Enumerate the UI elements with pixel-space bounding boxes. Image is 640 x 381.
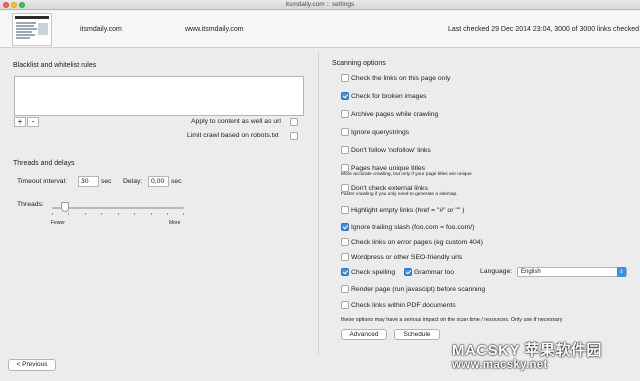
threads-label: Threads: — [17, 201, 44, 208]
option-checkbox[interactable] — [341, 164, 349, 172]
render-label: Render page (run javascipt) before scann… — [351, 286, 486, 293]
language-label: Language: — [480, 268, 513, 275]
timeout-unit: sec — [101, 178, 112, 185]
schedule-button[interactable]: Schedule — [394, 329, 440, 340]
pdf-label: Check links within PDF documents — [351, 302, 456, 309]
more-label: More — [169, 220, 181, 226]
option-checkbox[interactable] — [341, 184, 349, 192]
timeout-input[interactable]: 30 — [78, 176, 99, 187]
threads-slider-track[interactable] — [52, 207, 184, 209]
scanning-options-panel: Scanning options Check the links on this… — [318, 52, 634, 354]
option-checkbox[interactable] — [341, 92, 349, 100]
performance-warning: these options may have a serious impact … — [341, 317, 563, 323]
scanning-options-title: Scanning options — [332, 60, 386, 67]
timeout-label: Timeout interval: — [17, 178, 67, 185]
robots-checkbox[interactable] — [290, 132, 298, 140]
watermark-line-2: www.macsky.net — [452, 359, 548, 371]
remove-rule-button[interactable]: - — [27, 117, 39, 127]
threads-slider-knob[interactable] — [61, 202, 70, 212]
rules-list[interactable] — [14, 76, 304, 116]
window-title: itsmdaily.com :: settings — [285, 1, 355, 8]
minimize-window-button[interactable] — [11, 2, 17, 8]
add-rule-button[interactable]: + — [14, 117, 26, 127]
delay-label: Delay: — [123, 178, 143, 185]
option-checkbox[interactable] — [341, 128, 349, 136]
option-checkbox[interactable] — [341, 74, 349, 82]
title-bar: itsmdaily.com :: settings — [0, 0, 640, 10]
apply-content-label: Apply to content as well as url — [191, 118, 281, 125]
grammar-checkbox[interactable] — [404, 268, 412, 276]
previous-button[interactable]: < Previous — [8, 359, 56, 371]
robots-label: Limit crawl based on robots.txt — [187, 132, 279, 139]
option-checkbox[interactable] — [341, 223, 349, 231]
fewer-label: Fewer — [51, 220, 65, 226]
option-label: Don't follow 'nofollow' links — [351, 147, 431, 154]
language-value: English — [521, 269, 541, 275]
advanced-button[interactable]: Advanced — [341, 329, 387, 340]
zoom-window-button[interactable] — [19, 2, 25, 8]
option-checkbox[interactable] — [341, 253, 349, 261]
option-label: Check the links on this page only — [351, 75, 451, 82]
watermark-line-1: MACSKY 苹果软件园 — [452, 342, 602, 359]
threads-title: Threads and delays — [13, 160, 75, 167]
chevron-updown-icon: ⇕ — [617, 267, 626, 277]
delay-input[interactable]: 0,00 — [148, 176, 169, 187]
option-checkbox[interactable] — [341, 110, 349, 118]
pdf-checkbox[interactable] — [341, 301, 349, 309]
option-label: Ignore querystrings — [351, 129, 410, 136]
render-checkbox[interactable] — [341, 285, 349, 293]
site-header: itsmdaily.com www.itsmdaily.com Last che… — [0, 11, 640, 48]
delay-unit: sec — [171, 178, 182, 185]
option-checkbox[interactable] — [341, 238, 349, 246]
apply-content-checkbox[interactable] — [290, 118, 298, 126]
watermark: MACSKY 苹果软件园 www.macsky.net — [452, 342, 637, 372]
left-panel: Blacklist and whitelist rules + - Apply … — [6, 52, 312, 354]
option-checkbox[interactable] — [341, 206, 349, 214]
site-thumbnail — [12, 13, 52, 46]
option-label: Check for broken images — [351, 93, 427, 100]
spelling-checkbox[interactable] — [341, 268, 349, 276]
language-select[interactable]: English ⇕ — [517, 267, 627, 277]
site-url: www.itsmdaily.com — [185, 26, 244, 33]
close-window-button[interactable] — [3, 2, 9, 8]
site-name: itsmdaily.com — [80, 26, 122, 33]
option-label: Check links on error pages (eg custom 40… — [351, 239, 483, 246]
option-note: More accurate crawling, but only if your… — [341, 172, 472, 177]
option-label: Archive pages while crawling — [351, 111, 439, 118]
option-checkbox[interactable] — [341, 146, 349, 154]
grammar-label: Grammar too — [414, 269, 455, 276]
rules-title: Blacklist and whitelist rules — [13, 62, 97, 69]
option-note: Faster crawling if you only need to gene… — [341, 192, 458, 197]
option-label: Highlight empty links (href = "#" or "" … — [351, 207, 465, 214]
spelling-label: Check spelling — [351, 269, 396, 276]
last-checked-status: Last checked 29 Dec 2014 23:04, 3000 of … — [448, 26, 640, 33]
option-label: Wordpress or other SEO-friendly urls — [351, 254, 463, 261]
option-label: Ignore trailing slash (foo.com = foo.com… — [351, 224, 475, 231]
